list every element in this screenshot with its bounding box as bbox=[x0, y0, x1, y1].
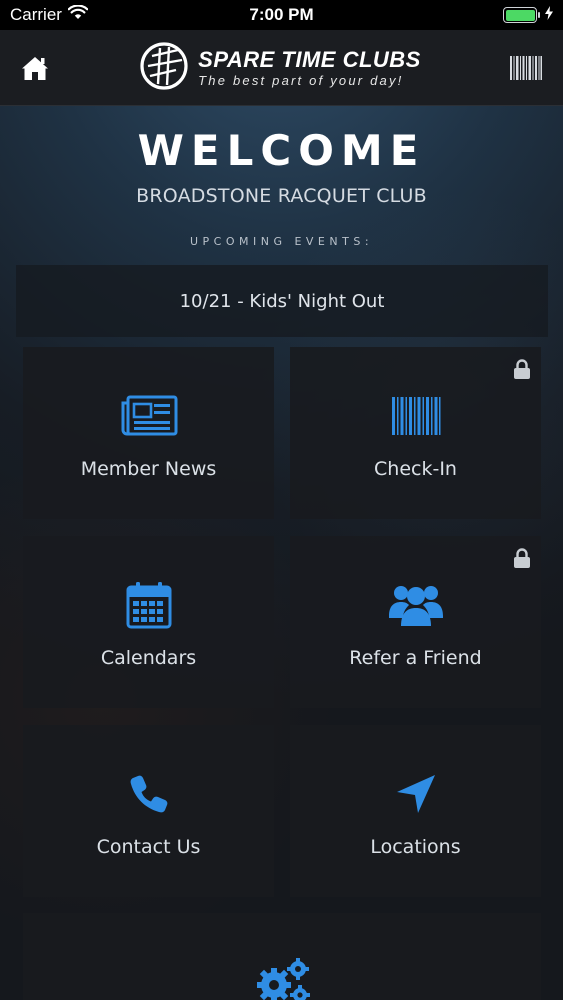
tile-label: Refer a Friend bbox=[349, 647, 482, 669]
brand-emblem-icon bbox=[138, 40, 190, 96]
tile-check-in[interactable]: Check-In bbox=[290, 347, 541, 519]
lock-icon bbox=[513, 548, 531, 572]
status-right bbox=[503, 5, 553, 25]
location-arrow-icon bbox=[395, 764, 437, 824]
status-left: Carrier bbox=[10, 4, 89, 25]
barcode-icon[interactable] bbox=[509, 55, 543, 81]
calendar-icon bbox=[126, 575, 172, 635]
tile-label: Contact Us bbox=[96, 836, 201, 858]
phone-icon bbox=[129, 764, 169, 824]
wifi-icon bbox=[67, 4, 89, 25]
gears-icon bbox=[254, 957, 310, 1000]
tile-settings[interactable] bbox=[23, 913, 541, 1000]
status-bar: Carrier 7:00 PM bbox=[0, 0, 563, 30]
tile-label: Calendars bbox=[100, 647, 197, 669]
app-header: SPARE TIME CLUBS The best part of your d… bbox=[0, 30, 563, 106]
tile-locations[interactable]: Locations bbox=[290, 725, 541, 897]
battery-fill bbox=[505, 9, 535, 21]
charging-bolt-icon bbox=[545, 5, 553, 25]
brand-tagline: The best part of your day! bbox=[198, 72, 404, 88]
lock-icon bbox=[513, 359, 531, 383]
users-icon bbox=[388, 575, 444, 635]
tile-label: Member News bbox=[80, 458, 217, 480]
brand-text: SPARE TIME CLUBS The best part of your d… bbox=[198, 46, 421, 88]
menu-grid: Member News Check-In Calendars Refer a F… bbox=[0, 0, 563, 1000]
tile-refer-a-friend[interactable]: Refer a Friend bbox=[290, 536, 541, 708]
tile-label: Locations bbox=[370, 836, 461, 858]
battery-icon bbox=[503, 7, 540, 23]
barcode-icon bbox=[391, 386, 441, 446]
tile-label: Check-In bbox=[374, 458, 457, 480]
tile-contact-us[interactable]: Contact Us bbox=[23, 725, 274, 897]
home-icon[interactable] bbox=[20, 53, 50, 83]
tile-calendars[interactable]: Calendars bbox=[23, 536, 274, 708]
brand-name: SPARE TIME CLUBS bbox=[198, 46, 421, 72]
tile-member-news[interactable]: Member News bbox=[23, 347, 274, 519]
app-screen: Carrier 7:00 PM SPARE TIME CLUBS The bes… bbox=[0, 0, 563, 1000]
carrier-label: Carrier bbox=[10, 5, 62, 24]
brand-logo: SPARE TIME CLUBS The best part of your d… bbox=[138, 40, 421, 96]
newspaper-icon bbox=[120, 386, 178, 446]
